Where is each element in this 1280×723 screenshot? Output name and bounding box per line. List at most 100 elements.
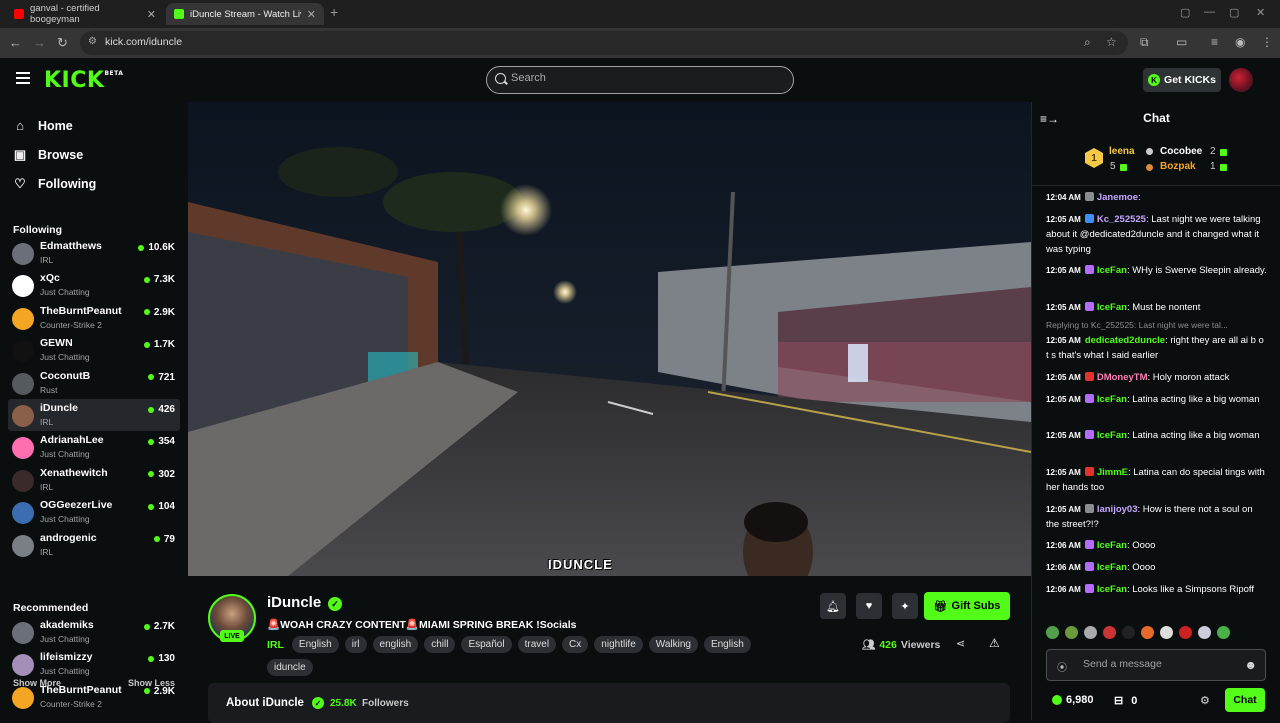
leaderboard-second-name[interactable]: Cocobee [1160, 146, 1202, 157]
sidebar-channel-row[interactable]: iDuncle IRL 426 [8, 399, 180, 431]
chat-message[interactable]: 12:05 AM IceFan: WHy is Swerve Sleepin al… [1046, 263, 1268, 278]
chest-counter[interactable]: ⊟ 0 [1114, 694, 1137, 708]
tag-chip[interactable]: Cx [562, 636, 589, 653]
menu-dots-icon[interactable]: ⋮ [1261, 35, 1273, 49]
hamburger-menu-icon[interactable] [16, 72, 30, 84]
chat-username[interactable]: IceFan [1097, 430, 1127, 441]
emote-icon[interactable] [1122, 626, 1135, 639]
tag-chip[interactable]: English [291, 636, 339, 653]
chat-message[interactable]: 12:05 AM IceFan: Latina acting like a big… [1046, 428, 1268, 443]
tag-chip[interactable]: travel [517, 636, 557, 653]
chat-username[interactable]: Janemoe [1097, 192, 1138, 203]
chat-username[interactable]: lanijoy03 [1097, 504, 1138, 515]
chat-username[interactable]: dedicated2duncle [1085, 335, 1165, 346]
close-window-icon[interactable]: ✕ [1256, 6, 1265, 19]
site-info-icon[interactable]: ⚙ [88, 36, 97, 47]
sidebar-channel-row[interactable]: AdrianahLee Just Chatting 354 [8, 431, 180, 463]
extensions-icon[interactable]: ⧉ [1140, 35, 1149, 50]
reload-icon[interactable]: ↻ [57, 35, 68, 51]
get-kicks-button[interactable]: K Get KICKs [1143, 68, 1221, 92]
search-input[interactable] [511, 72, 781, 84]
sparkle-button[interactable]: ✦ [892, 593, 918, 619]
chat-message[interactable]: 12:06 AM IceFan: Looks like a Simpsons Ri… [1046, 582, 1268, 597]
forward-icon[interactable]: → [33, 35, 46, 50]
video-player[interactable]: IDUNCLE [188, 102, 1031, 576]
sidebar-channel-row[interactable]: xQc Just Chatting 7.3K [8, 269, 180, 301]
chat-username[interactable]: IceFan [1097, 540, 1127, 551]
sidebar-channel-row[interactable]: CoconutB Rust 721 [8, 367, 180, 399]
chat-username[interactable]: IceFan [1097, 394, 1127, 405]
new-tab-icon[interactable]: + [330, 4, 338, 20]
browser-tab-youtube[interactable]: ganval - certified boogeyman ✕ [6, 3, 164, 25]
user-avatar[interactable] [1229, 68, 1253, 92]
back-icon[interactable]: ← [9, 35, 22, 50]
chat-message[interactable]: 12:05 AM dedicated2duncle: right they are… [1046, 333, 1268, 363]
close-tab-icon[interactable]: ✕ [307, 8, 316, 21]
bookmark-star-icon[interactable]: ☆ [1106, 35, 1117, 49]
tag-chip[interactable]: Walking [648, 636, 698, 653]
sidebar-channel-row[interactable]: OGGeezerLive Just Chatting 104 [8, 496, 180, 528]
tag-chip[interactable]: english [372, 636, 419, 653]
chat-username[interactable]: IceFan [1097, 265, 1127, 276]
reply-picker-icon[interactable]: ⦿ [1057, 659, 1067, 674]
chat-username[interactable]: Kc_252525 [1097, 214, 1146, 225]
chat-username[interactable]: IceFan [1097, 562, 1127, 573]
chat-input-box[interactable]: ⦿ ☻ [1046, 649, 1266, 681]
emote-icon[interactable] [1160, 626, 1173, 639]
emote-icon[interactable] [1198, 626, 1211, 639]
emote-icon[interactable] [1103, 626, 1116, 639]
minimize-icon[interactable]: — [1204, 6, 1215, 18]
chat-message[interactable]: 12:06 AM IceFan: Oooo [1046, 538, 1268, 553]
kicks-balance[interactable]: 6,980 [1052, 694, 1094, 706]
chat-settings-gear-icon[interactable]: ⚙ [1200, 694, 1210, 707]
emote-icon[interactable] [1046, 626, 1059, 639]
share-icon[interactable]: ⋖ [956, 637, 965, 650]
tag-chip[interactable]: chill [424, 636, 456, 653]
kick-logo[interactable]: KICKBETA [44, 68, 123, 93]
chat-message[interactable]: 12:05 AM DMoneyTM: Holy moron attack [1046, 370, 1268, 385]
chat-message[interactable]: 12:05 AM IceFan: Must be nontent [1046, 300, 1268, 315]
sidebar-channel-row[interactable]: Edmatthews IRL 10.6K [8, 237, 180, 269]
emoji-picker-icon[interactable]: ☻ [1244, 658, 1257, 672]
chat-username[interactable]: IceFan [1097, 584, 1127, 595]
chat-messages[interactable]: 12:04 AM Janemoe: 12:05 AM Kc_252525: Last… [1032, 190, 1280, 620]
streamer-name[interactable]: iDuncle [267, 594, 321, 611]
chat-message[interactable]: 12:05 AM lanijoy03: How is there not a so… [1046, 502, 1268, 532]
profile-icon[interactable]: ◉ [1235, 35, 1245, 49]
report-warning-icon[interactable]: ⚠ [989, 636, 1000, 650]
sidebar-channel-row[interactable]: TheBurntPeanut Counter-Strike 2 2.9K [8, 302, 180, 334]
chat-message[interactable]: 12:05 AM Kc_252525: Last night we were ta… [1046, 212, 1268, 257]
tag-chip[interactable]: irl [344, 636, 367, 653]
sidebar-channel-row[interactable]: akademiks Just Chatting 2.7K [8, 616, 180, 648]
send-chat-button[interactable]: Chat [1225, 688, 1265, 712]
sidebar-channel-row[interactable]: lifeismizzy Just Chatting 130 [8, 648, 180, 680]
leaderboard-first-name[interactable]: leena [1109, 146, 1135, 157]
emote-icon[interactable] [1065, 626, 1078, 639]
emote-icon[interactable] [1084, 626, 1097, 639]
search-bar[interactable] [486, 66, 794, 94]
maximize-icon[interactable]: ▢ [1229, 6, 1239, 19]
chat-username[interactable]: IceFan [1097, 302, 1127, 313]
chat-message[interactable]: 12:05 AM JimmE: Latina can do special tin… [1046, 465, 1268, 495]
media-icon[interactable]: ≡ [1211, 35, 1218, 49]
chat-username[interactable]: JimmE [1097, 467, 1128, 478]
url-field[interactable]: ⚙ kick.com/iduncle ⌕ ☆ [80, 31, 1128, 55]
chat-message-input[interactable] [1083, 658, 1243, 670]
emote-icon[interactable] [1217, 626, 1230, 639]
zoom-icon[interactable]: ⌕ [1084, 35, 1091, 50]
sidebar-channel-row[interactable]: Xenathewitch IRL 302 [8, 464, 180, 496]
sidebar-channel-row[interactable]: androgenic IRL 79 [8, 529, 180, 561]
chat-message[interactable]: 12:06 AM IceFan: Oooo [1046, 560, 1268, 575]
sidebar-channel-row[interactable]: TheBurntPeanut Counter-Strike 2 2.9K [8, 681, 180, 713]
nav-browse[interactable]: ▣ Browse [13, 147, 83, 163]
cast-icon[interactable]: ▭ [1176, 35, 1187, 49]
nav-following[interactable]: ♡ Following [13, 176, 96, 192]
stream-category[interactable]: IRL [267, 639, 284, 651]
notification-bell-button[interactable]: 🔔︎ [820, 593, 846, 619]
gift-subs-button[interactable]: 🎁︎ Gift Subs [924, 592, 1010, 620]
tag-chip[interactable]: Español [461, 636, 512, 653]
browser-tab-kick[interactable]: iDuncle Stream - Watch Live ✕ [166, 3, 324, 25]
chat-message[interactable]: 12:05 AM IceFan: Latina acting like a big… [1046, 392, 1268, 407]
leaderboard-third-name[interactable]: Bozpak [1160, 161, 1196, 172]
follow-button[interactable]: ♥ [856, 593, 882, 619]
